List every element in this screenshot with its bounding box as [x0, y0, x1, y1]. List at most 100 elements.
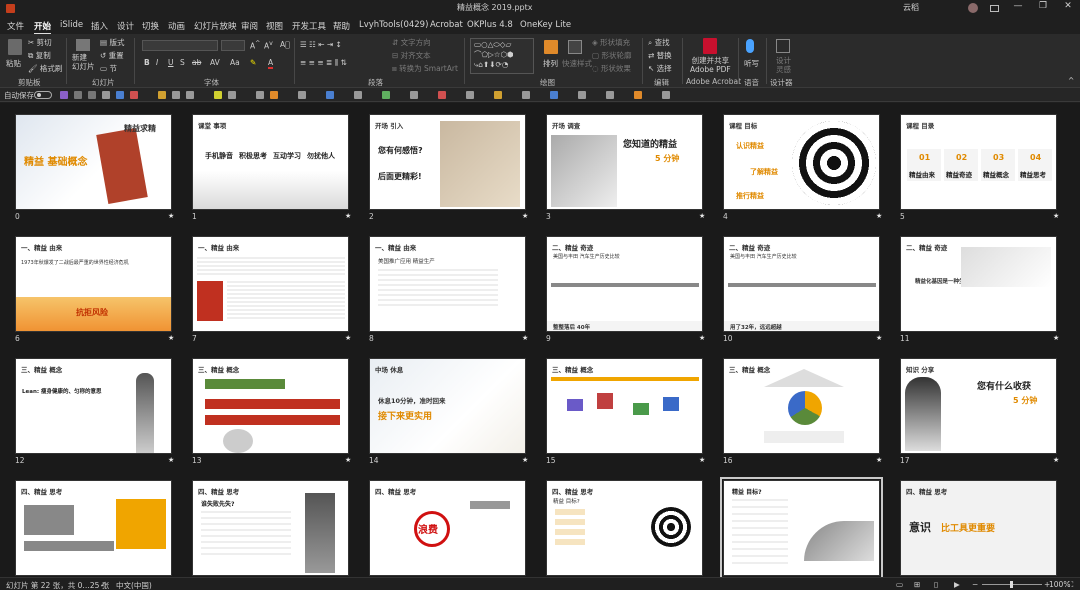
slide-thumbnail-2[interactable]: 开场 引入 您有何感悟? 后面更精彩! [369, 114, 526, 210]
slide-thumbnail-11[interactable]: 二、精益 奇迹 精益化基因是一种生产方式 [900, 236, 1057, 332]
tab-design[interactable]: 设计 [117, 20, 134, 32]
design-ideas-button[interactable]: 设计 灵感 [776, 56, 791, 74]
slide-thumbnail-9[interactable]: 二、精益 奇迹 美国与丰田 汽车生产历史比较 整整落后 40年 [546, 236, 703, 332]
toolbar-icon[interactable] [662, 91, 670, 99]
toolbar-icon[interactable] [550, 91, 558, 99]
collapse-ribbon-icon[interactable]: ^ [1068, 76, 1074, 85]
toolbar-icon[interactable] [270, 91, 278, 99]
shape-effects-button[interactable]: ◌ 形状效果 [592, 63, 631, 74]
arrange-icon[interactable] [544, 40, 558, 54]
smartart-button[interactable]: ⧈ 转换为 SmartArt [392, 63, 458, 74]
tab-developer[interactable]: 开发工具 [292, 20, 326, 32]
quick-styles-button[interactable]: 快速样式 [562, 58, 592, 69]
toolbar-icon[interactable] [634, 91, 642, 99]
font-color-button[interactable]: A [268, 58, 274, 69]
tab-view[interactable]: 视图 [266, 20, 283, 32]
tab-transitions[interactable]: 切换 [142, 20, 159, 32]
toolbar-icon[interactable] [256, 91, 264, 99]
select-button[interactable]: ↖ 选择 [648, 63, 672, 74]
strikethrough-button[interactable]: S [180, 58, 185, 67]
tab-lvyhtools[interactable]: LvyhTools(0429) [359, 20, 428, 30]
toolbar-icon[interactable] [606, 91, 614, 99]
decrease-font-icon[interactable]: Av [264, 40, 273, 51]
highlight-icon[interactable]: ✎ [250, 58, 256, 67]
toolbar-icon[interactable] [186, 91, 194, 99]
tab-animations[interactable]: 动画 [168, 20, 185, 32]
align-icons[interactable]: ≡ ≡ ≡ ≣ ⫼ ⇅ [300, 58, 347, 68]
copy-button[interactable]: ⧉ 复制 [28, 50, 51, 61]
case-button[interactable]: Aa [230, 58, 240, 67]
avatar[interactable] [968, 3, 978, 13]
reset-button[interactable]: ↺ 重置 [100, 50, 124, 61]
toolbar-icon[interactable] [326, 91, 334, 99]
toolbar-icon[interactable] [172, 91, 180, 99]
slide-thumbnail-22[interactable]: 精益 目标? [720, 477, 883, 577]
section-button[interactable]: ▭ 节 [100, 63, 117, 74]
slideshow-view-icon[interactable]: ▶ [954, 580, 960, 589]
slide-thumbnail-4[interactable]: 课程 目标 认识精益 了解精益 推行精益 [723, 114, 880, 210]
tab-acrobat[interactable]: Acrobat [430, 20, 463, 30]
font-name-select[interactable] [142, 40, 218, 51]
slide-thumbnail-14[interactable]: 中场 休息 休息10分钟，准时回来 接下来更实用 [369, 358, 526, 454]
slide-thumbnail-5[interactable]: 课程 目录 01 02 03 04 精益由来 精益奇迹 精益概念 精益思考 [900, 114, 1057, 210]
find-button[interactable]: ⌕ 查找 [648, 37, 670, 48]
bullets-icon[interactable]: ☰ ☷ ⇤ ⇥ ↕ [300, 40, 342, 49]
new-slide-button[interactable]: 新建 幻灯片 [72, 53, 95, 71]
toolbar-icon[interactable] [410, 91, 418, 99]
slide-thumbnail-21[interactable]: 四、精益 思考 精益 目标? [546, 480, 703, 576]
slide-thumbnail-13[interactable]: 三、精益 概念 [192, 358, 349, 454]
redo-icon[interactable] [88, 91, 96, 99]
paste-button[interactable]: 粘贴 [6, 58, 21, 69]
slide-thumbnail-23[interactable]: 四、精益 思考 意识 比工具更重要 [900, 480, 1057, 576]
bold-button[interactable]: B [144, 58, 150, 67]
slide-thumbnail-19[interactable]: 四、精益 思考 谁失败先失? [192, 480, 349, 576]
font-size-select[interactable] [221, 40, 245, 51]
new-slide-icon[interactable] [76, 39, 90, 51]
toolbar-icon[interactable] [438, 91, 446, 99]
format-painter-button[interactable]: 🖌 格式刷 [28, 63, 62, 74]
dictate-button[interactable]: 听写 [744, 58, 759, 69]
paste-icon[interactable] [8, 39, 22, 55]
fit-window-icon[interactable]: ⛶ [1068, 580, 1073, 590]
slide-thumbnail-1[interactable]: 课堂 事项 手机静音 积极思考 互动学习 勿扰他人 [192, 114, 349, 210]
slide-thumbnail-6[interactable]: 一、精益 由来 1973年秋爆发了二战后最严重的世界性经济危机 抗拒风险 [15, 236, 172, 332]
toolbar-icon[interactable] [578, 91, 586, 99]
ribbon-display-icon[interactable] [990, 5, 999, 12]
microphone-icon[interactable] [746, 39, 754, 53]
user-name[interactable]: 云稻 [903, 2, 919, 13]
toolbar-icon[interactable] [494, 91, 502, 99]
toolbar-icon[interactable] [158, 91, 166, 99]
italic-button[interactable]: I [156, 58, 158, 67]
tab-islide[interactable]: iSlide [60, 20, 83, 30]
tab-help[interactable]: 帮助 [333, 20, 350, 32]
shapes-gallery[interactable]: ▭○△⬭◇▱ ⌒⬠▷☆⬡⬢ ⤷⌂⬆⬇⟳◔ [470, 38, 534, 74]
slide-thumbnail-20[interactable]: 四、精益 思考 浪费 [369, 480, 526, 576]
slide-thumbnail-0[interactable]: 精益求精 精益 基础概念 [15, 114, 172, 210]
tab-home[interactable]: 开始 [34, 20, 52, 35]
toolbar-icon[interactable] [382, 91, 390, 99]
slide-thumbnail-18[interactable]: 四、精益 思考 [15, 480, 172, 576]
designer-icon[interactable] [776, 39, 790, 53]
spacing-button[interactable]: AV [210, 58, 220, 67]
slide-thumbnail-10[interactable]: 二、精益 奇迹 美国与丰田 汽车生产历史比较 用了32年，远远超越 [723, 236, 880, 332]
arrange-button[interactable]: 排列 [543, 58, 558, 69]
quick-styles-icon[interactable] [568, 40, 582, 54]
zoom-slider-handle[interactable] [1010, 581, 1013, 588]
clear-format-icon[interactable]: A⃠ [280, 40, 290, 49]
adobe-pdf-icon[interactable] [703, 38, 717, 54]
underline-button[interactable]: U [168, 58, 174, 67]
reading-view-icon[interactable]: ▯ [934, 580, 938, 589]
minimize-button[interactable]: — [1008, 1, 1028, 15]
toolbar-icon[interactable] [130, 91, 138, 99]
tab-file[interactable]: 文件 [7, 20, 24, 32]
toolbar-icon[interactable] [228, 91, 236, 99]
undo-icon[interactable] [74, 91, 82, 99]
toolbar-icon[interactable] [102, 91, 110, 99]
tab-slideshow[interactable]: 幻灯片放映 [194, 20, 237, 32]
spellcheck-icon[interactable]: ✓ [100, 580, 106, 589]
normal-view-icon[interactable]: ▭ [896, 580, 903, 589]
slide-thumbnail-12[interactable]: 三、精益 概念 Lean: 瘦身健康的、匀称的意思 [15, 358, 172, 454]
slide-thumbnail-7[interactable]: 一、精益 由来 [192, 236, 349, 332]
slide-thumbnail-16[interactable]: 三、精益 概念 [723, 358, 880, 454]
tab-insert[interactable]: 插入 [91, 20, 108, 32]
